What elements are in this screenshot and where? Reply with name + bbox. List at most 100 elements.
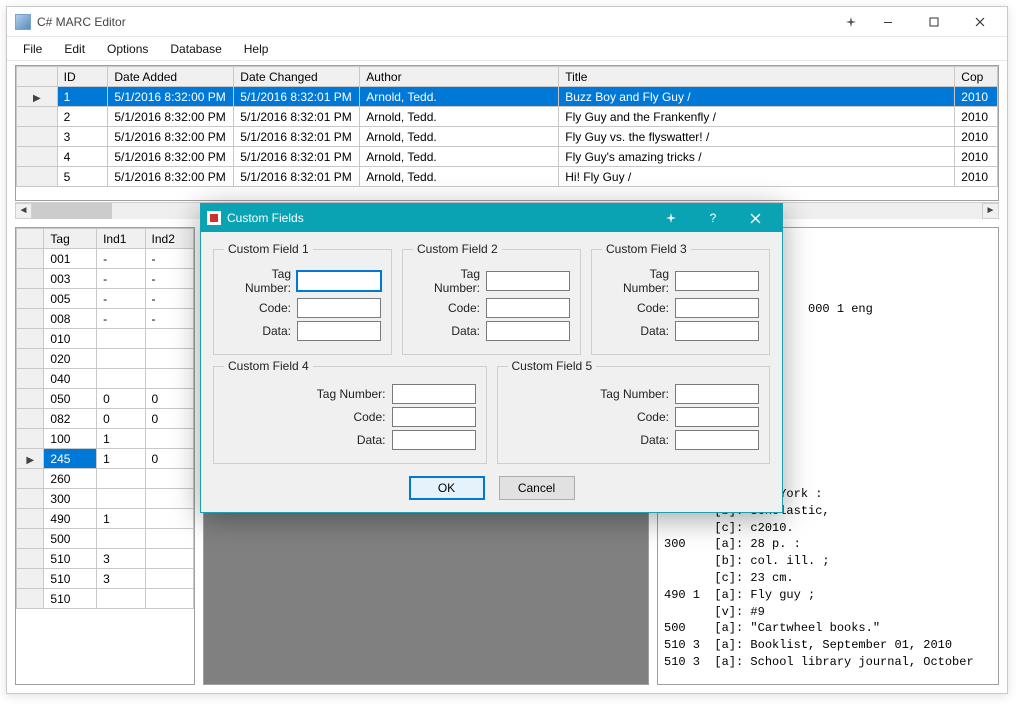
records-col-changed[interactable]: Date Changed: [234, 67, 360, 87]
table-row[interactable]: 5103: [17, 549, 194, 569]
table-row[interactable]: 55/1/2016 8:32:00 PM5/1/2016 8:32:01 PMA…: [17, 167, 998, 187]
cell-ind2[interactable]: [145, 529, 193, 549]
code-input[interactable]: [392, 407, 476, 427]
cell-added[interactable]: 5/1/2016 8:32:00 PM: [108, 127, 234, 147]
menu-file[interactable]: File: [13, 40, 52, 58]
table-row[interactable]: 300: [17, 489, 194, 509]
table-row[interactable]: 500: [17, 529, 194, 549]
cell-author[interactable]: Arnold, Tedd.: [360, 127, 559, 147]
close-button[interactable]: [957, 8, 1003, 36]
cell-id[interactable]: 4: [57, 147, 108, 167]
cell-ind1[interactable]: -: [97, 249, 145, 269]
cell-ind2[interactable]: [145, 469, 193, 489]
records-col-title[interactable]: Title: [559, 67, 955, 87]
dialog-help-button[interactable]: ?: [692, 206, 734, 230]
cell-ind1[interactable]: 0: [97, 409, 145, 429]
cell-changed[interactable]: 5/1/2016 8:32:01 PM: [234, 107, 360, 127]
data-input[interactable]: [675, 321, 759, 341]
scroll-left-icon[interactable]: ◄: [15, 203, 32, 219]
cell-id[interactable]: 3: [57, 127, 108, 147]
data-input[interactable]: [392, 430, 476, 450]
data-input[interactable]: [297, 321, 381, 341]
cell-tag[interactable]: 245: [44, 449, 97, 469]
scroll-right-icon[interactable]: ►: [982, 203, 999, 219]
cell-ind1[interactable]: 3: [97, 569, 145, 589]
cell-tag[interactable]: 005: [44, 289, 97, 309]
cell-tag[interactable]: 008: [44, 309, 97, 329]
pin-icon[interactable]: [837, 8, 865, 36]
records-col-copies[interactable]: Cop: [955, 67, 998, 87]
code-input[interactable]: [486, 298, 570, 318]
cell-ind1[interactable]: [97, 469, 145, 489]
table-row[interactable]: ▶24510: [17, 449, 194, 469]
cell-title[interactable]: Fly Guy vs. the flyswatter! /: [559, 127, 955, 147]
records-col-author[interactable]: Author: [360, 67, 559, 87]
cell-ind2[interactable]: 0: [145, 409, 193, 429]
cell-author[interactable]: Arnold, Tedd.: [360, 107, 559, 127]
table-row[interactable]: 008--: [17, 309, 194, 329]
cell-ind1[interactable]: 0: [97, 389, 145, 409]
cell-ind2[interactable]: [145, 329, 193, 349]
cell-ind1[interactable]: -: [97, 309, 145, 329]
menu-edit[interactable]: Edit: [54, 40, 95, 58]
cell-id[interactable]: 1: [57, 87, 108, 107]
cell-tag[interactable]: 050: [44, 389, 97, 409]
cell-ind1[interactable]: [97, 489, 145, 509]
tag-number-input[interactable]: [675, 384, 759, 404]
table-row[interactable]: 040: [17, 369, 194, 389]
cell-ind2[interactable]: [145, 369, 193, 389]
table-row[interactable]: 08200: [17, 409, 194, 429]
cell-ind2[interactable]: [145, 569, 193, 589]
cell-ind2[interactable]: -: [145, 269, 193, 289]
cell-ind1[interactable]: [97, 369, 145, 389]
menu-options[interactable]: Options: [97, 40, 158, 58]
table-row[interactable]: 005--: [17, 289, 194, 309]
cell-tag[interactable]: 010: [44, 329, 97, 349]
cell-tag[interactable]: 082: [44, 409, 97, 429]
cell-title[interactable]: Hi! Fly Guy /: [559, 167, 955, 187]
cell-copies[interactable]: 2010: [955, 167, 998, 187]
tags-col-ind1[interactable]: Ind1: [97, 229, 145, 249]
cell-tag[interactable]: 510: [44, 549, 97, 569]
tag-number-input[interactable]: [486, 271, 570, 291]
code-input[interactable]: [297, 298, 381, 318]
cell-ind2[interactable]: [145, 589, 193, 609]
cell-ind1[interactable]: [97, 529, 145, 549]
table-row[interactable]: 1001: [17, 429, 194, 449]
records-col-added[interactable]: Date Added: [108, 67, 234, 87]
cell-ind2[interactable]: [145, 509, 193, 529]
cell-author[interactable]: Arnold, Tedd.: [360, 167, 559, 187]
cell-ind2[interactable]: -: [145, 309, 193, 329]
cell-title[interactable]: Fly Guy's amazing tricks /: [559, 147, 955, 167]
cell-ind1[interactable]: 3: [97, 549, 145, 569]
cell-added[interactable]: 5/1/2016 8:32:00 PM: [108, 87, 234, 107]
table-row[interactable]: 4901: [17, 509, 194, 529]
table-row[interactable]: 003--: [17, 269, 194, 289]
cell-tag[interactable]: 100: [44, 429, 97, 449]
menu-database[interactable]: Database: [160, 40, 231, 58]
cell-tag[interactable]: 040: [44, 369, 97, 389]
tag-number-input[interactable]: [392, 384, 476, 404]
cell-tag[interactable]: 500: [44, 529, 97, 549]
cell-ind1[interactable]: [97, 349, 145, 369]
cell-copies[interactable]: 2010: [955, 147, 998, 167]
tag-number-input[interactable]: [675, 271, 759, 291]
tags-col-tag[interactable]: Tag: [44, 229, 97, 249]
maximize-button[interactable]: [911, 8, 957, 36]
cell-ind1[interactable]: -: [97, 289, 145, 309]
cell-added[interactable]: 5/1/2016 8:32:00 PM: [108, 147, 234, 167]
table-row[interactable]: 020: [17, 349, 194, 369]
code-input[interactable]: [675, 407, 759, 427]
cell-copies[interactable]: 2010: [955, 87, 998, 107]
cell-changed[interactable]: 5/1/2016 8:32:01 PM: [234, 127, 360, 147]
tag-number-input[interactable]: [297, 271, 381, 291]
cell-author[interactable]: Arnold, Tedd.: [360, 147, 559, 167]
cell-ind1[interactable]: [97, 329, 145, 349]
ok-button[interactable]: OK: [409, 476, 485, 500]
cell-ind2[interactable]: -: [145, 289, 193, 309]
table-row[interactable]: 05000: [17, 389, 194, 409]
cancel-button[interactable]: Cancel: [499, 476, 575, 500]
cell-tag[interactable]: 260: [44, 469, 97, 489]
dialog-pin-icon[interactable]: [650, 206, 692, 230]
cell-ind2[interactable]: 0: [145, 389, 193, 409]
